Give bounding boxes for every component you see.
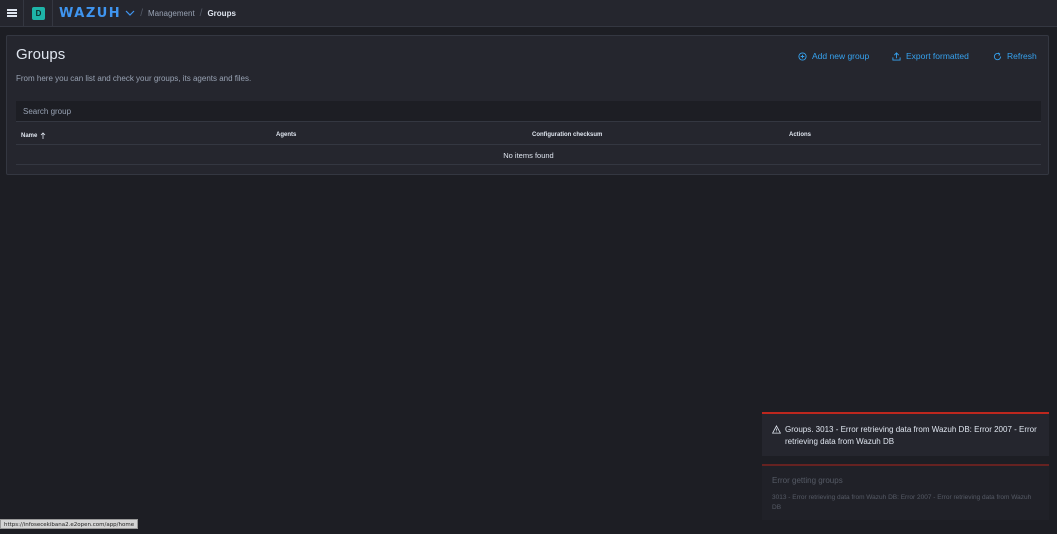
add-new-group-label: Add new group <box>812 51 870 61</box>
search-box <box>16 101 1041 122</box>
export-formatted-label: Export formatted <box>906 51 969 61</box>
refresh-label: Refresh <box>1007 51 1037 61</box>
refresh-icon <box>993 52 1002 60</box>
breadcrumb-management[interactable]: Management <box>148 9 195 18</box>
space-avatar[interactable]: D <box>32 6 45 20</box>
status-url-tooltip: https://infosecekibana2.e2open.com/app/h… <box>0 519 139 529</box>
export-icon <box>892 51 901 61</box>
add-new-group-button[interactable]: Add new group <box>798 51 869 61</box>
page-title: Groups <box>16 46 66 63</box>
column-label: Actions <box>789 132 812 138</box>
alert-icon <box>772 425 781 434</box>
error-toast[interactable]: Groups. 3013 - Error retrieving data fro… <box>762 412 1049 456</box>
chevron-down-icon[interactable] <box>125 8 135 18</box>
header-divider <box>52 0 53 27</box>
error-toast-fading[interactable]: Error getting groups 3013 - Error retrie… <box>762 464 1049 520</box>
column-label: Agents <box>276 132 297 138</box>
hamburger-icon <box>7 9 17 17</box>
table-empty-message: No items found <box>16 146 1041 165</box>
column-header-agents[interactable]: Agents <box>276 132 296 138</box>
breadcrumb-groups: Groups <box>207 8 236 18</box>
column-label: Configuration checksum <box>532 132 603 138</box>
wazuh-logo[interactable]: WAZUH <box>59 6 121 21</box>
export-formatted-button[interactable]: Export formatted <box>892 51 969 61</box>
column-header-configuration-checksum[interactable]: Configuration checksum <box>532 132 602 138</box>
groups-panel: Groups From here you can list and check … <box>6 35 1049 175</box>
table-header: Name Agents Configuration checksum Actio… <box>16 129 1041 145</box>
search-group-input[interactable] <box>16 101 1041 121</box>
menu-button[interactable] <box>1 0 23 27</box>
plus-circle-icon <box>798 51 807 61</box>
toast-body: 3013 - Error retrieving data from Wazuh … <box>772 494 1032 511</box>
column-label: Name <box>21 132 38 139</box>
toast-message: Groups. 3013 - Error retrieving data fro… <box>785 425 1037 446</box>
column-header-name[interactable]: Name <box>21 132 46 139</box>
toast-title: Groups. 3013 - Error retrieving data fro… <box>772 424 1037 448</box>
page-description: From here you can list and check your gr… <box>16 74 252 83</box>
refresh-button[interactable]: Refresh <box>993 51 1037 61</box>
breadcrumb-separator: / <box>140 7 143 19</box>
header-divider <box>23 0 24 27</box>
toast-title: Error getting groups <box>772 476 843 485</box>
top-header: D WAZUH / Management / Groups <box>0 0 1057 27</box>
sort-arrow-up-icon <box>41 132 46 139</box>
breadcrumb-separator: / <box>199 7 203 19</box>
column-header-actions: Actions <box>789 132 811 138</box>
